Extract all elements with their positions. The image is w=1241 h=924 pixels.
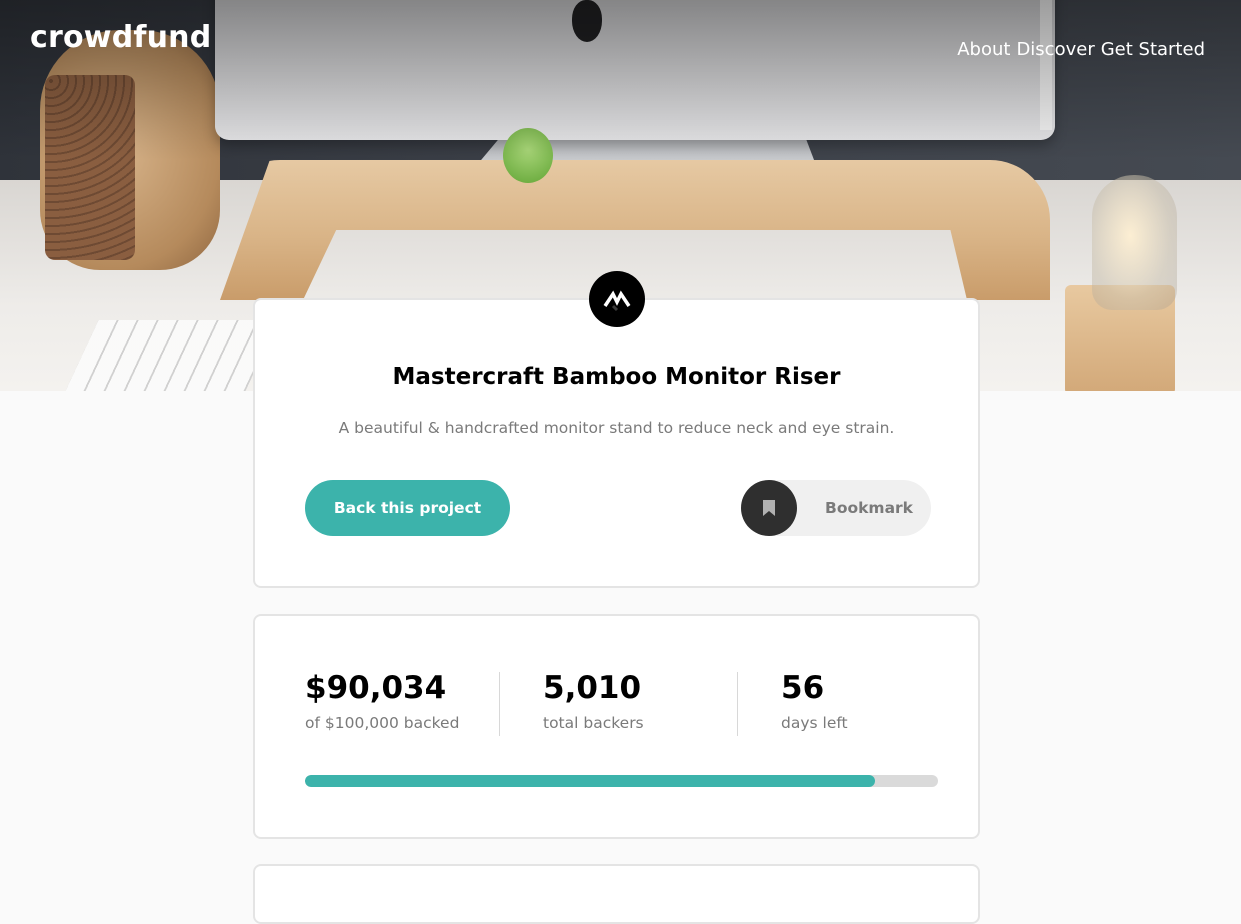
back-project-button[interactable]: Back this project [305, 480, 510, 536]
nav-link-about[interactable]: About [957, 39, 1010, 60]
funding-progress-bar [305, 775, 938, 787]
project-title: Mastercraft Bamboo Monitor Riser [392, 364, 841, 390]
site-logo[interactable]: crowdfund [30, 20, 211, 55]
bookmark-icon [763, 500, 775, 516]
stat-backers: 5,010 total backers [543, 670, 644, 732]
stat-divider [499, 672, 500, 736]
stat-label: total backers [543, 714, 644, 732]
bookmark-icon-wrapper [741, 480, 797, 536]
project-description: A beautiful & handcrafted monitor stand … [338, 419, 895, 437]
funding-progress-fill [305, 775, 875, 787]
bookmark-label: Bookmark [825, 499, 913, 517]
main-nav: About Discover Get Started [957, 39, 1205, 60]
bookmark-button[interactable]: Bookmark [741, 480, 931, 536]
project-intro-card: Mastercraft Bamboo Monitor Riser A beaut… [253, 298, 980, 588]
stat-value: 5,010 [543, 670, 642, 706]
nav-link-discover[interactable]: Discover [1016, 39, 1094, 60]
stat-label: of $100,000 backed [305, 714, 460, 732]
about-project-card [253, 864, 980, 924]
stat-value: $90,034 [305, 670, 447, 706]
project-stats-card: $90,034 of $100,000 backed 5,010 total b… [253, 614, 980, 839]
stat-backed: $90,034 of $100,000 backed [305, 670, 459, 732]
nav-link-get-started[interactable]: Get Started [1101, 39, 1205, 60]
stat-divider [737, 672, 738, 736]
stat-label: days left [781, 714, 848, 732]
stat-value: 56 [781, 670, 825, 706]
mastercraft-logo-icon [589, 271, 645, 327]
stat-days-left: 56 days left [781, 670, 848, 732]
